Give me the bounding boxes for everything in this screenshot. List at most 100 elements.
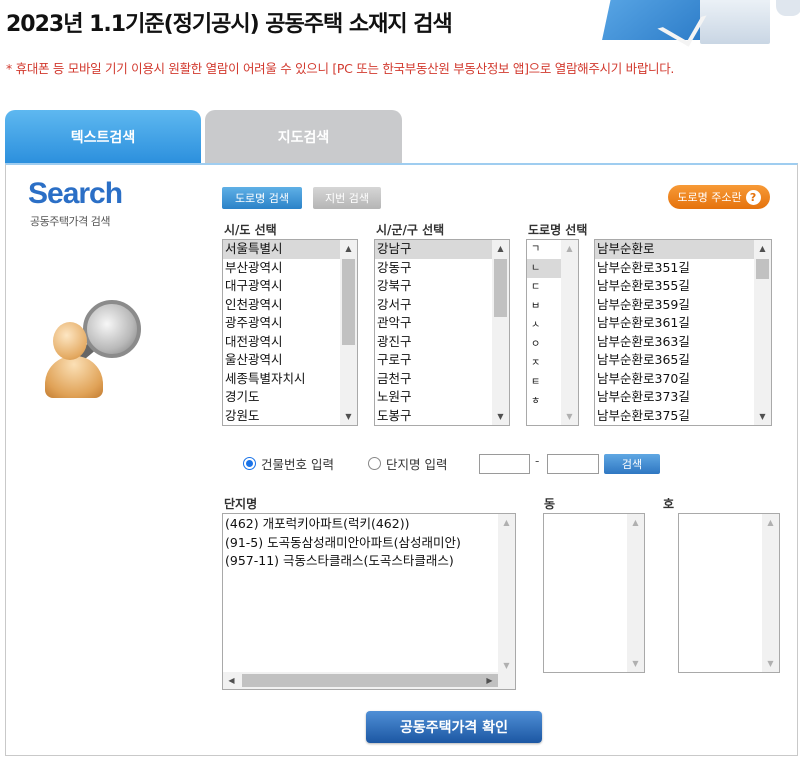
- sigungu-option[interactable]: 노원구: [375, 388, 509, 407]
- road-option[interactable]: 남부순환로359길: [595, 296, 771, 315]
- number-dash: -: [535, 454, 540, 468]
- sigungu-option[interactable]: 강북구: [375, 277, 509, 296]
- initial-option[interactable]: ㅂ: [527, 297, 561, 316]
- scroll-up-icon[interactable]: ▲: [498, 514, 515, 531]
- road-options: 남부순환로 남부순환로351길 남부순환로355길 남부순환로359길 남부순환…: [595, 240, 771, 425]
- scroll-up-icon[interactable]: ▲: [762, 514, 779, 531]
- initial-option[interactable]: ㅌ: [527, 373, 561, 392]
- road-option[interactable]: 남부순환로373길: [595, 388, 771, 407]
- sido-option[interactable]: 세종특별자치시: [223, 370, 357, 389]
- main-number-input[interactable]: [479, 454, 530, 474]
- sido-label: 시/도 선택: [224, 223, 277, 237]
- complex-vertical-scrollbar[interactable]: ▲ ▼: [498, 514, 515, 674]
- scroll-left-icon[interactable]: ◀: [223, 672, 240, 689]
- ho-scrollbar[interactable]: ▲ ▼: [762, 514, 779, 672]
- tab-map-search[interactable]: 지도검색: [205, 110, 402, 164]
- dong-listbox[interactable]: ▲ ▼: [543, 513, 645, 673]
- sido-option[interactable]: 대구광역시: [223, 277, 357, 296]
- scroll-down-icon[interactable]: ▼: [340, 408, 357, 425]
- road-option[interactable]: 남부순환로370길: [595, 370, 771, 389]
- sido-option[interactable]: 대전광역시: [223, 333, 357, 352]
- complex-name-radio-option[interactable]: 단지명 입력: [368, 454, 447, 473]
- sigungu-option[interactable]: 도봉구: [375, 407, 509, 426]
- scroll-up-icon[interactable]: ▲: [561, 240, 578, 257]
- mobile-notice: * 휴대폰 등 모바일 기기 이용시 원활한 열람이 어려울 수 있으니 [PC…: [6, 61, 675, 76]
- sigungu-option[interactable]: 광진구: [375, 333, 509, 352]
- road-option[interactable]: 남부순환로365길: [595, 351, 771, 370]
- road-option[interactable]: 남부순환로351길: [595, 259, 771, 278]
- building-no-radio[interactable]: [243, 457, 256, 470]
- sido-option[interactable]: 광주광역시: [223, 314, 357, 333]
- sub-number-input[interactable]: [547, 454, 599, 474]
- search-logo: Search: [28, 177, 123, 210]
- road-search-button[interactable]: 도로명 검색: [222, 187, 302, 209]
- scroll-down-icon[interactable]: ▼: [762, 655, 779, 672]
- initial-option[interactable]: ㄷ: [527, 278, 561, 297]
- tab-text-search[interactable]: 텍스트검색: [5, 110, 201, 164]
- road-address-guide-button[interactable]: 도로명 주소란 ?: [668, 185, 770, 209]
- sido-option[interactable]: 인천광역시: [223, 296, 357, 315]
- initial-option[interactable]: ㅅ: [527, 316, 561, 335]
- complex-label: 단지명: [224, 497, 258, 511]
- sigungu-options: 강남구 강동구 강북구 강서구 관악구 광진구 구로구 금천구 노원구 도봉구: [375, 240, 509, 425]
- scroll-up-icon[interactable]: ▲: [754, 240, 771, 257]
- sigungu-option[interactable]: 구로구: [375, 351, 509, 370]
- scroll-down-icon[interactable]: ▼: [754, 408, 771, 425]
- road-scrollbar[interactable]: ▲ ▼: [754, 240, 771, 425]
- road-option[interactable]: 남부순환로363길: [595, 333, 771, 352]
- scroll-right-icon[interactable]: ▶: [481, 672, 498, 689]
- search-logo-subtitle: 공동주택가격 검색: [30, 215, 110, 228]
- header-decoration: [590, 0, 800, 50]
- complex-horizontal-scrollbar[interactable]: ◀ ▶: [223, 672, 515, 689]
- road-address-guide-label: 도로명 주소란: [677, 191, 742, 204]
- complex-listbox[interactable]: (462) 개포럭키아파트(럭키(462)) (91-5) 도곡동삼성래미안아파…: [222, 513, 516, 690]
- road-option[interactable]: 남부순환로355길: [595, 277, 771, 296]
- lot-search-button[interactable]: 지번 검색: [313, 187, 381, 209]
- dong-scrollbar[interactable]: ▲ ▼: [627, 514, 644, 672]
- sigungu-option[interactable]: 강남구: [375, 240, 509, 259]
- dong-label: 동: [544, 497, 556, 511]
- road-option[interactable]: 남부순환로361길: [595, 314, 771, 333]
- initial-option[interactable]: ㅇ: [527, 335, 561, 354]
- sido-scrollbar[interactable]: ▲ ▼: [340, 240, 357, 425]
- sido-option[interactable]: 강원도: [223, 407, 357, 426]
- road-option[interactable]: 남부순환로: [595, 240, 771, 259]
- sigungu-option[interactable]: 금천구: [375, 370, 509, 389]
- sido-option[interactable]: 울산광역시: [223, 351, 357, 370]
- ho-listbox[interactable]: ▲ ▼: [678, 513, 780, 673]
- sigungu-option[interactable]: 관악구: [375, 314, 509, 333]
- initial-consonant-listbox[interactable]: ㄱ ㄴ ㄷ ㅂ ㅅ ㅇ ㅈ ㅌ ㅎ ▲ ▼: [526, 239, 579, 426]
- sido-listbox[interactable]: 서울특별시 부산광역시 대구광역시 인천광역시 광주광역시 대전광역시 울산광역…: [222, 239, 358, 426]
- sido-option[interactable]: 경기도: [223, 388, 357, 407]
- scroll-up-icon[interactable]: ▲: [492, 240, 509, 257]
- complex-option[interactable]: (957-11) 극동스타클래스(도곡스타클래스): [223, 552, 515, 571]
- road-option[interactable]: 남부순환로375길: [595, 407, 771, 426]
- initial-scrollbar[interactable]: ▲ ▼: [561, 240, 578, 425]
- number-search-button[interactable]: 검색: [604, 454, 660, 474]
- scroll-up-icon[interactable]: ▲: [340, 240, 357, 257]
- sigungu-scrollbar[interactable]: ▲ ▼: [492, 240, 509, 425]
- scroll-down-icon[interactable]: ▼: [561, 408, 578, 425]
- sigungu-option[interactable]: 강동구: [375, 259, 509, 278]
- road-name-listbox[interactable]: 남부순환로 남부순환로351길 남부순환로355길 남부순환로359길 남부순환…: [594, 239, 772, 426]
- scroll-down-icon[interactable]: ▼: [492, 408, 509, 425]
- sido-option[interactable]: 서울특별시: [223, 240, 357, 259]
- initial-option[interactable]: ㄱ: [527, 240, 561, 259]
- building-no-label: 건물번호 입력: [261, 457, 334, 472]
- initial-option[interactable]: ㅎ: [527, 392, 561, 411]
- sigungu-option[interactable]: 강서구: [375, 296, 509, 315]
- complex-option[interactable]: (91-5) 도곡동삼성래미안아파트(삼성래미안): [223, 534, 515, 553]
- question-icon: ?: [745, 189, 761, 205]
- scroll-up-icon[interactable]: ▲: [627, 514, 644, 531]
- complex-option[interactable]: (462) 개포럭키아파트(럭키(462)): [223, 515, 515, 534]
- scroll-down-icon[interactable]: ▼: [627, 655, 644, 672]
- building-no-radio-option[interactable]: 건물번호 입력: [243, 454, 334, 473]
- initial-option[interactable]: ㄴ: [527, 259, 561, 278]
- initial-option[interactable]: ㅈ: [527, 354, 561, 373]
- sido-option[interactable]: 부산광역시: [223, 259, 357, 278]
- sigungu-listbox[interactable]: 강남구 강동구 강북구 강서구 관악구 광진구 구로구 금천구 노원구 도봉구 …: [374, 239, 510, 426]
- initial-options: ㄱ ㄴ ㄷ ㅂ ㅅ ㅇ ㅈ ㅌ ㅎ: [527, 240, 561, 411]
- confirm-price-button[interactable]: 공동주택가격 확인: [366, 711, 542, 743]
- complex-name-radio[interactable]: [368, 457, 381, 470]
- road-name-label: 도로명 선택: [528, 223, 588, 237]
